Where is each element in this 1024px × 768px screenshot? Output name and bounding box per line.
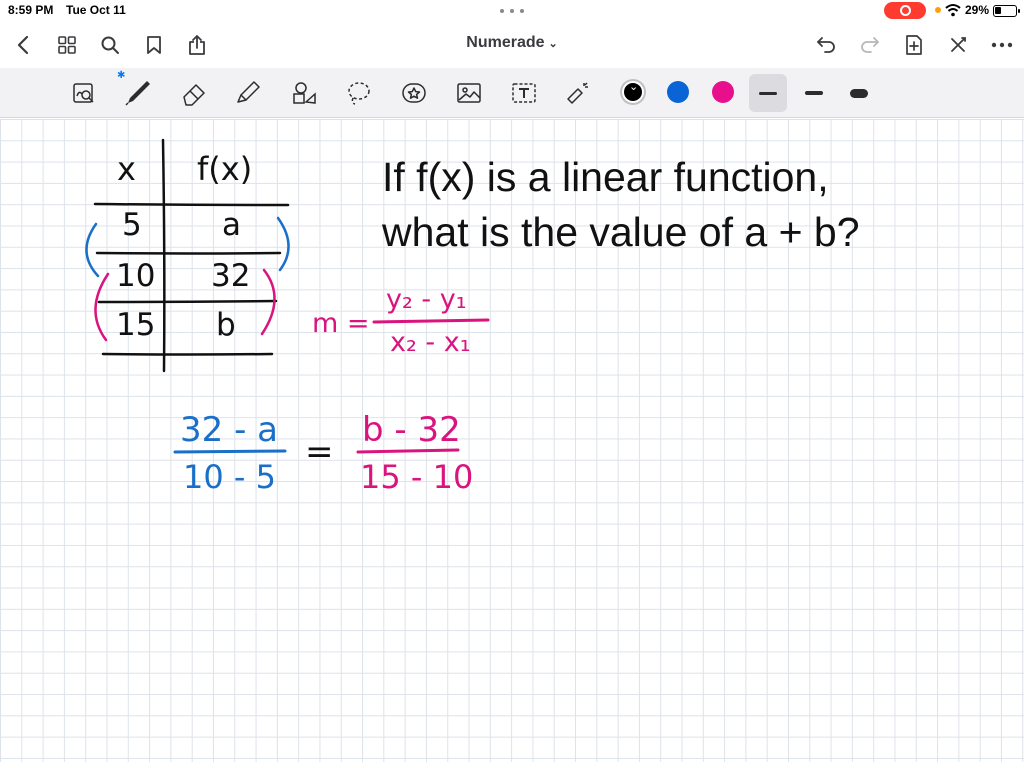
slope-numerator: y₂ - y₁ [386,284,467,315]
handwriting-strokes [85,138,490,454]
left-denominator: 10 - 5 [183,458,276,496]
right-denominator: 15 - 10 [360,458,474,496]
table-row-line-1 [95,251,282,255]
right-fraction-bar [356,448,460,454]
slope-fraction-bar [372,318,490,324]
equals-sign: = [305,432,334,472]
table-vertical-line [161,138,166,373]
left-numerator: 32 - a [180,410,278,450]
slope-denominator: x₂ - x₁ [390,327,471,358]
blue-left-bracket [85,222,100,278]
table-cell-fx-1: a [222,207,241,243]
table-row-line-2 [97,299,278,304]
question-text: If f(x) is a linear function, what is th… [382,150,982,260]
table-row-line-3 [101,352,274,356]
left-fraction-bar [173,449,287,454]
table-cell-fx-3: b [216,307,236,343]
question-line-1: If f(x) is a linear function, [382,154,829,200]
blue-right-bracket [276,216,290,272]
bottom-edge [0,762,1024,768]
slope-label: m = [312,308,370,339]
table-header-fx: f(x) [197,150,253,188]
table-header-underline [93,202,290,207]
table-cell-x-3: 15 [116,307,156,343]
table-header-x: x [117,150,136,188]
table-cell-fx-2: 32 [211,258,251,294]
table-cell-x-1: 5 [122,207,142,243]
question-line-2: what is the value of a + b? [382,209,860,255]
table-cell-x-2: 10 [116,258,156,294]
right-numerator: b - 32 [362,410,461,450]
pink-left-bracket [94,272,110,342]
